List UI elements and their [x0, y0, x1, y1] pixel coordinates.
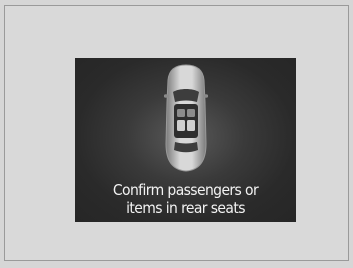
- page-frame: Confirm passengers or items in rear seat…: [4, 5, 349, 261]
- car-top-view-icon: [163, 62, 208, 174]
- rear-seat-reminder-message: Confirm passengers or items in rear seat…: [75, 181, 296, 217]
- instrument-display: Confirm passengers or items in rear seat…: [75, 58, 296, 222]
- message-line-2: items in rear seats: [126, 199, 245, 217]
- message-line-1: Confirm passengers or: [112, 181, 259, 199]
